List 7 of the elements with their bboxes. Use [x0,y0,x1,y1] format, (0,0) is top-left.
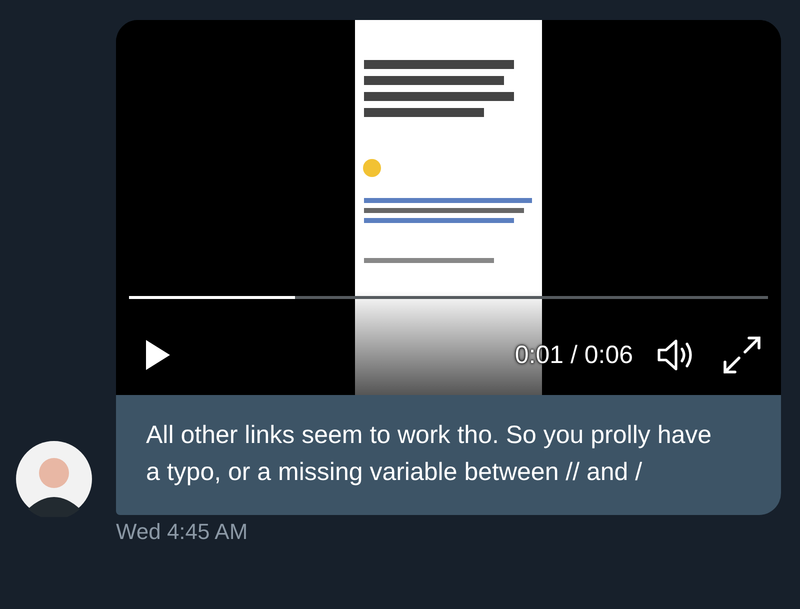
progress-bar[interactable] [129,296,768,299]
message-timestamp: Wed 4:45 AM [116,519,248,544]
fullscreen-icon[interactable] [723,336,761,374]
avatar-icon [16,441,92,517]
play-icon[interactable] [145,339,171,371]
volume-icon[interactable] [657,338,695,372]
message-text: All other links seem to work tho. So you prolly have a typo, or a missing variable between // and / [146,420,713,488]
